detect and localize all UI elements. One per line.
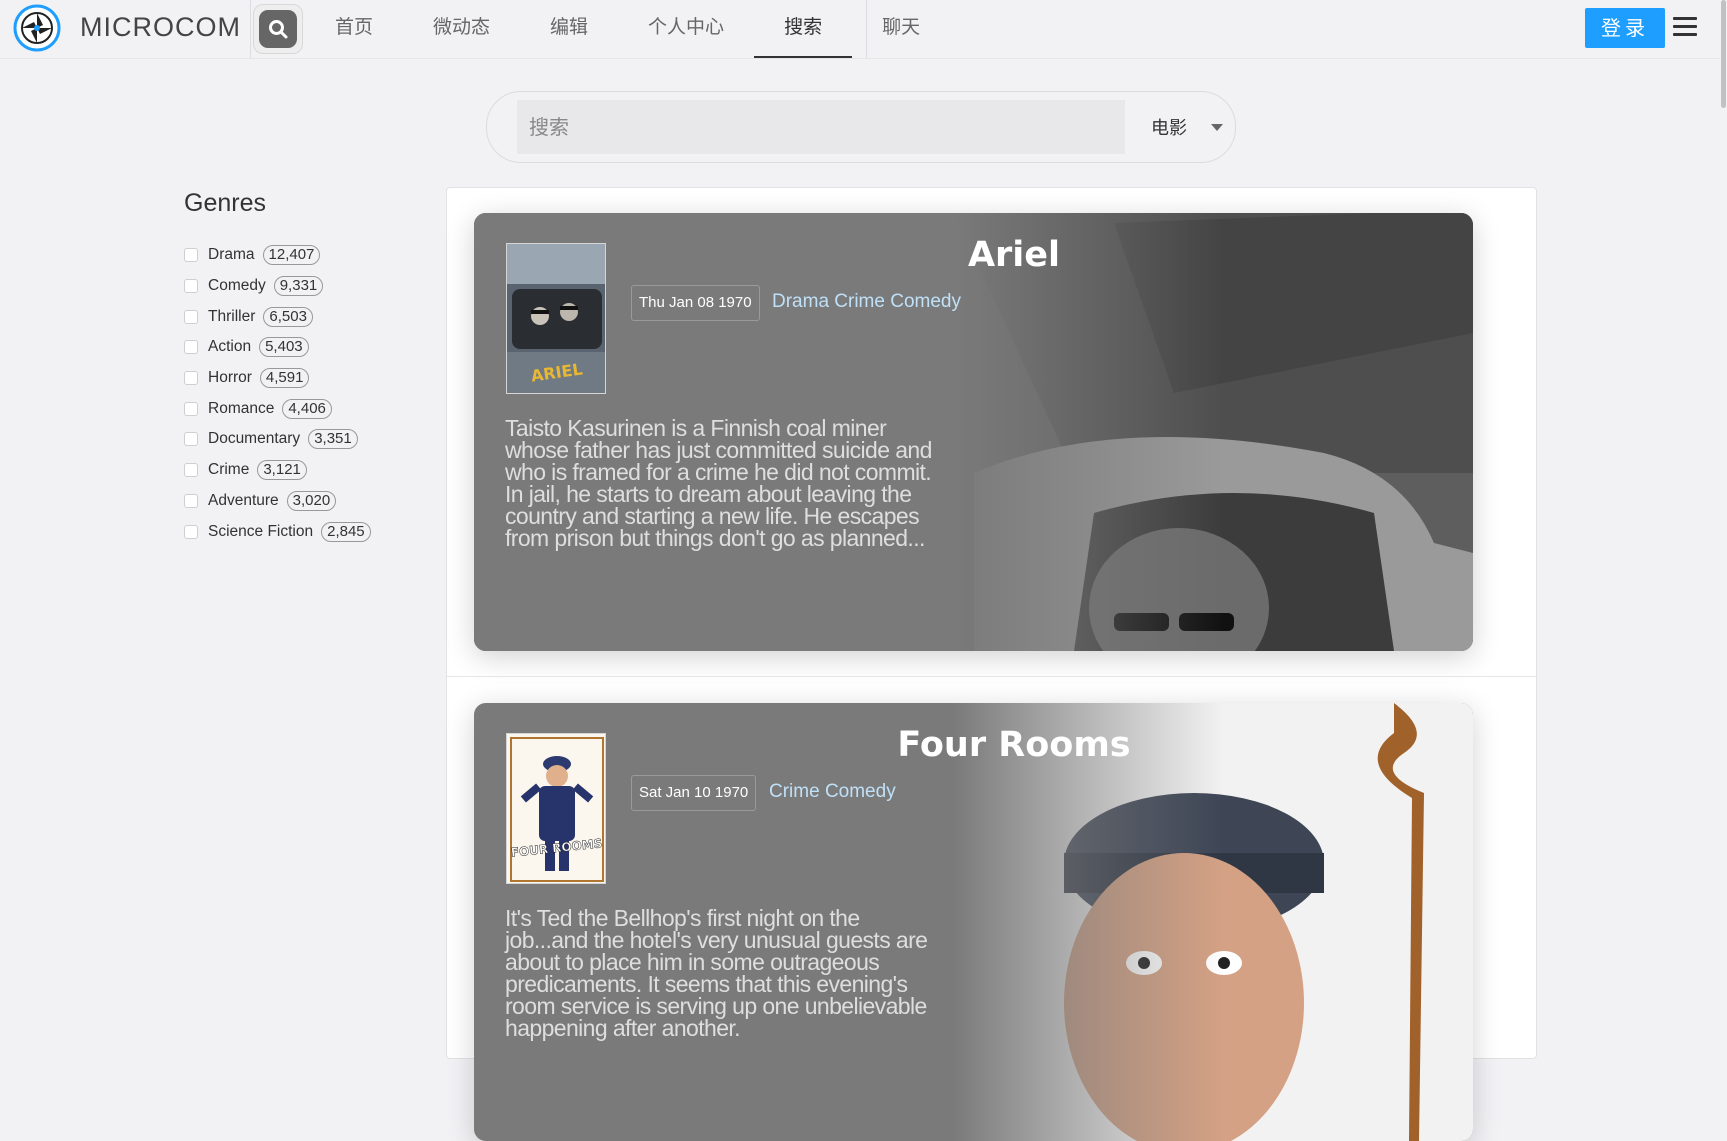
- divider: [250, 0, 251, 58]
- hamburger-menu-icon[interactable]: [1673, 17, 1697, 37]
- genre-count-badge: 9,331: [273, 276, 324, 297]
- movie-card[interactable]: FOUR ROOMS Four Rooms Sat Jan 10 1970 Cr…: [474, 703, 1473, 1141]
- genre-count-badge: 4,591: [259, 368, 310, 389]
- search-toggle-button[interactable]: [253, 4, 303, 54]
- genre-label: Adventure: [208, 491, 279, 509]
- nav-home[interactable]: 首页: [305, 0, 403, 58]
- nav-edit[interactable]: 编辑: [520, 0, 618, 58]
- poster-image: FOUR ROOMS: [507, 734, 605, 883]
- checkbox[interactable]: [184, 524, 198, 539]
- nav-profile[interactable]: 个人中心: [618, 0, 754, 58]
- genre-count-badge: 12,407: [262, 245, 321, 266]
- search-input[interactable]: [517, 100, 1125, 154]
- checkbox[interactable]: [184, 309, 198, 324]
- genre-label: Thriller: [208, 307, 256, 325]
- genre-label: Comedy: [208, 277, 266, 295]
- checkbox[interactable]: [184, 248, 198, 263]
- release-date-badge: Sat Jan 10 1970: [631, 775, 757, 811]
- genre-count-badge: 3,020: [286, 490, 337, 511]
- checkbox[interactable]: [184, 432, 198, 447]
- divider: [866, 0, 867, 58]
- checkbox[interactable]: [184, 463, 198, 478]
- genre-filter-item[interactable]: Action 5,403: [184, 332, 371, 363]
- movie-title[interactable]: Ariel: [664, 235, 1364, 275]
- genre-count-badge: 2,845: [321, 521, 371, 542]
- checkbox[interactable]: [184, 340, 198, 355]
- genre-label: Drama: [208, 246, 255, 264]
- release-date-badge: Thu Jan 08 1970: [631, 285, 760, 321]
- movie-overview: Taisto Kasurinen is a Finnish coal miner…: [505, 415, 932, 551]
- category-select[interactable]: 电影: [1151, 114, 1187, 140]
- scrollbar[interactable]: [1720, 0, 1727, 1043]
- movie-overview: It's Ted the Bellhop's first night on th…: [505, 905, 928, 1041]
- checkbox[interactable]: [184, 493, 198, 508]
- genre-filter-item[interactable]: Drama 12,407: [184, 240, 371, 271]
- login-button[interactable]: 登录: [1585, 8, 1665, 48]
- movie-poster[interactable]: ARIEL: [506, 243, 606, 394]
- genre-filter-list: Drama 12,407 Comedy 9,331 Thriller 6,503 Ac…: [184, 240, 371, 547]
- genre-filter-item[interactable]: Science Fiction 2,845: [184, 516, 371, 547]
- genre-filter-item[interactable]: Horror 4,591: [184, 363, 371, 394]
- results-panel: ARIEL Ariel Thu Jan 08 1970 Drama Crime …: [446, 187, 1537, 1141]
- chevron-down-icon[interactable]: [1211, 124, 1223, 131]
- main-nav: 首页 微动态 编辑 个人中心 搜索 聊天: [305, 0, 950, 58]
- genre-filter-item[interactable]: Comedy 9,331: [184, 271, 371, 302]
- genres-heading: Genres: [184, 189, 266, 217]
- checkbox[interactable]: [184, 371, 198, 386]
- genre-label: Crime: [208, 461, 250, 479]
- genre-filter-item[interactable]: Adventure 3,020: [184, 486, 371, 517]
- genre-label: Action: [208, 338, 252, 356]
- genre-label: Science Fiction: [208, 522, 314, 540]
- genre-filter-item[interactable]: Romance 4,406: [184, 393, 371, 424]
- poster-image: ARIEL: [507, 244, 605, 393]
- genre-count-badge: 4,406: [282, 398, 332, 419]
- search-icon: [269, 20, 288, 39]
- checkbox[interactable]: [184, 401, 198, 416]
- logo-icon[interactable]: [12, 3, 62, 53]
- genre-count-badge: 3,351: [308, 429, 358, 450]
- genre-filter-item[interactable]: Documentary 3,351: [184, 424, 371, 455]
- nav-search[interactable]: 搜索: [754, 0, 853, 58]
- genre-count-badge: 3,121: [257, 460, 307, 481]
- checkbox[interactable]: [184, 279, 198, 294]
- movie-card[interactable]: ARIEL Ariel Thu Jan 08 1970 Drama Crime …: [474, 213, 1473, 651]
- top-nav-bar: MICROCOM 首页 微动态 编辑 个人中心 搜索 聊天 登录: [0, 0, 1727, 59]
- divider: [447, 676, 1536, 677]
- search-bar: 电影: [486, 91, 1236, 163]
- genre-label: Horror: [208, 369, 252, 387]
- movie-genres-link[interactable]: Drama Crime Comedy: [772, 291, 961, 313]
- brand-name[interactable]: MICROCOM: [80, 12, 241, 43]
- genre-count-badge: 6,503: [263, 306, 313, 327]
- genre-filter-item[interactable]: Thriller 6,503: [184, 301, 371, 332]
- movie-poster[interactable]: FOUR ROOMS: [506, 733, 606, 884]
- genre-count-badge: 5,403: [259, 337, 309, 358]
- movie-title[interactable]: Four Rooms: [664, 725, 1364, 765]
- genre-label: Documentary: [208, 430, 301, 448]
- movie-genres-link[interactable]: Crime Comedy: [769, 781, 896, 803]
- nav-moments[interactable]: 微动态: [403, 0, 520, 58]
- genre-filter-item[interactable]: Crime 3,121: [184, 455, 371, 486]
- genre-label: Romance: [208, 399, 275, 417]
- scrollbar-thumb[interactable]: [1721, 0, 1726, 108]
